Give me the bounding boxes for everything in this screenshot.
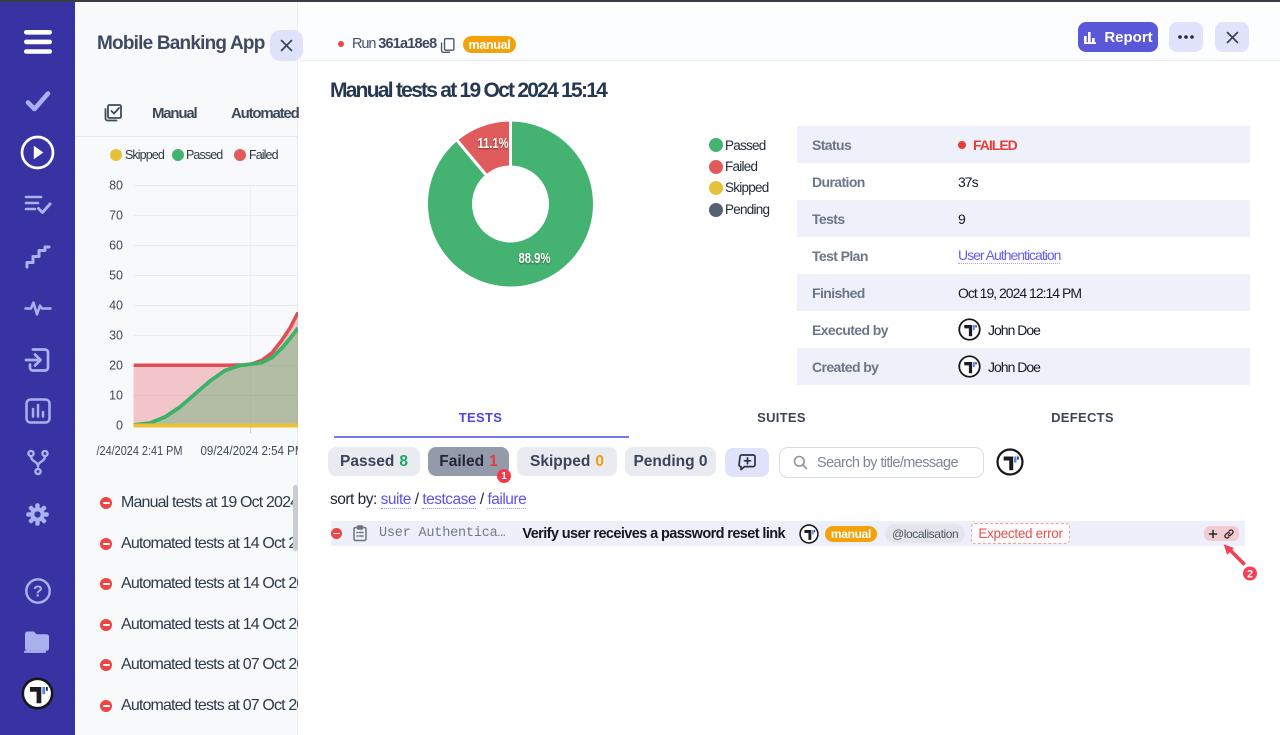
svg-text:30: 30 bbox=[109, 329, 123, 343]
svg-text:88.9%: 88.9% bbox=[519, 250, 551, 267]
svg-text:09/24/2024 2:54 PM: 09/24/2024 2:54 PM bbox=[201, 443, 299, 458]
svg-text:20: 20 bbox=[109, 359, 123, 373]
svg-text:50: 50 bbox=[109, 269, 123, 283]
svg-text:2: 2 bbox=[1247, 569, 1253, 581]
svg-text:40: 40 bbox=[109, 299, 123, 313]
svg-text:/24/2024 2:41 PM: /24/2024 2:41 PM bbox=[97, 443, 183, 458]
svg-text:70: 70 bbox=[109, 209, 123, 223]
svg-text:?: ? bbox=[33, 583, 43, 600]
svg-text:0: 0 bbox=[116, 419, 123, 433]
svg-text:10: 10 bbox=[109, 389, 123, 403]
svg-text:60: 60 bbox=[109, 239, 123, 253]
svg-text:11.1%: 11.1% bbox=[478, 135, 509, 152]
svg-text:80: 80 bbox=[109, 179, 123, 193]
